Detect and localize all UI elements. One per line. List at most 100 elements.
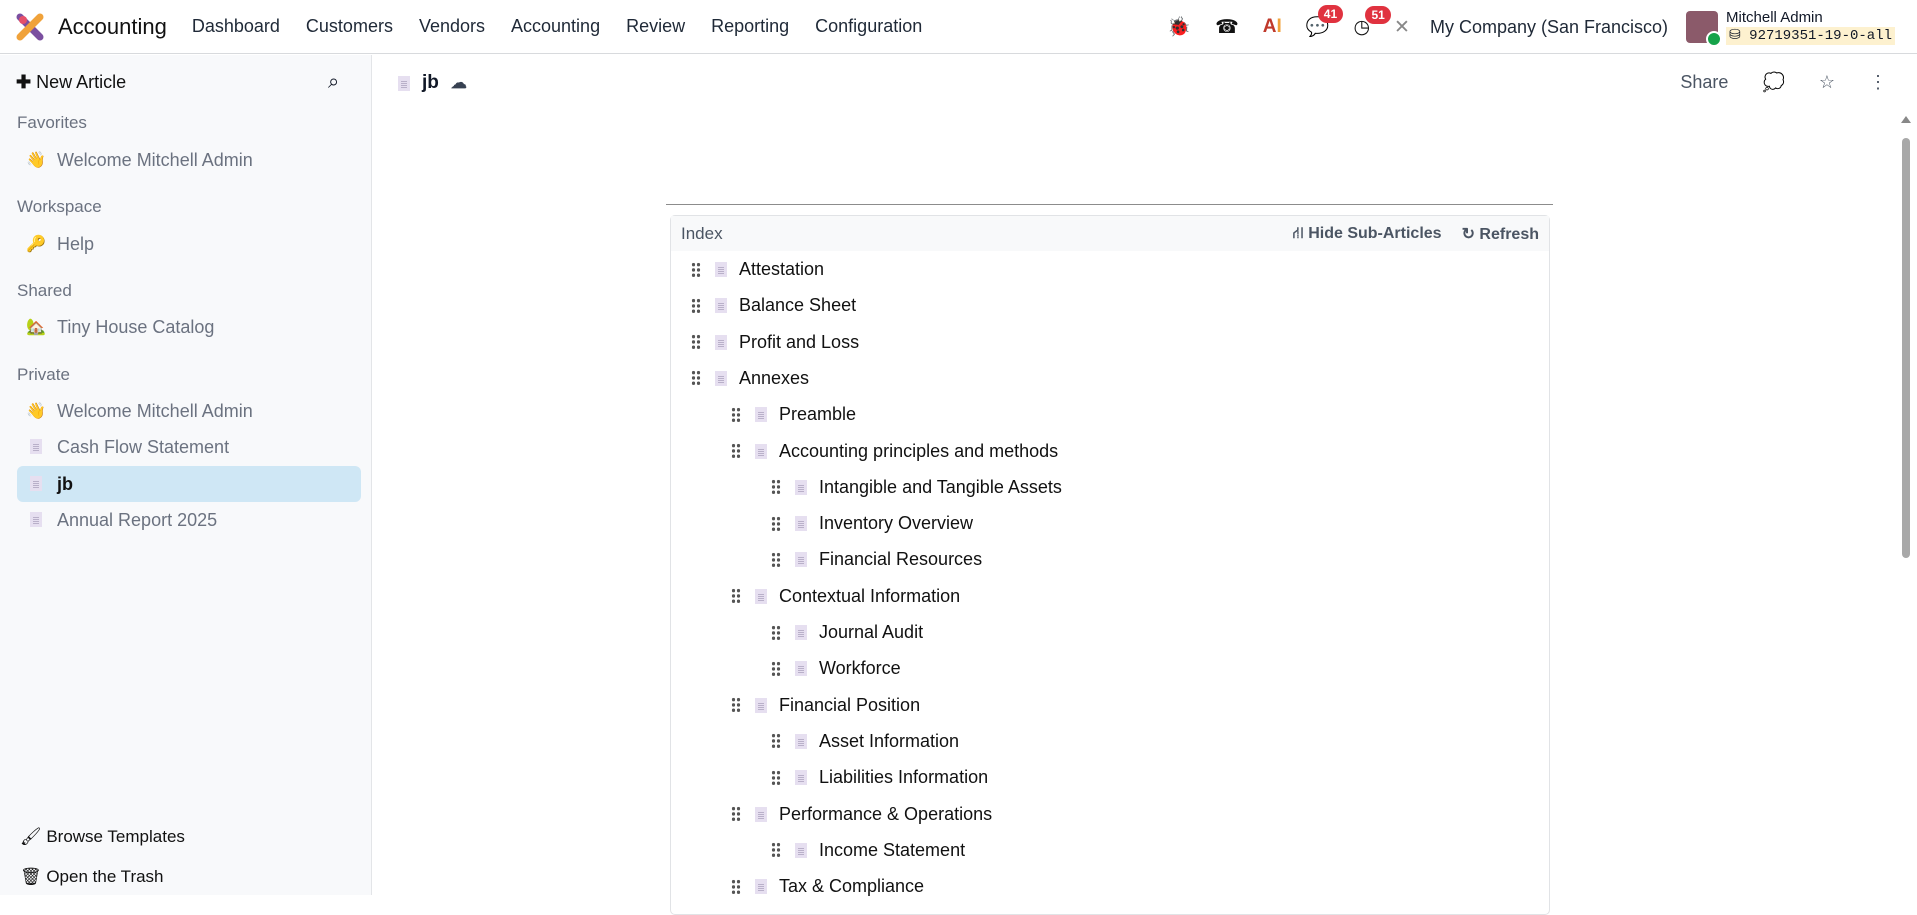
index-item[interactable]: Workforce — [771, 658, 901, 679]
user-menu[interactable]: Mitchell Admin ⛁ 92719351-19-0-all — [1726, 9, 1895, 45]
index-item[interactable]: Journal Audit — [771, 622, 923, 643]
index-item[interactable]: Inventory Overview — [771, 513, 973, 534]
sidebar-item-help[interactable]: 🔑 Help — [17, 226, 361, 262]
sidebar-item-cash-flow-statement[interactable]: Cash Flow Statement — [17, 429, 361, 465]
settings-tools-icon[interactable]: ✕ — [1394, 16, 1410, 39]
index-item-label: Asset Information — [819, 730, 960, 751]
drag-handle-icon[interactable] — [731, 697, 741, 714]
index-item[interactable]: Asset Information — [771, 731, 959, 752]
comments-icon[interactable]: 💭 — [1762, 72, 1784, 93]
drag-handle-icon[interactable] — [731, 588, 741, 605]
hierarchy-icon: ⛙ — [1292, 224, 1304, 242]
refresh-button[interactable]: ↻ Refresh — [1462, 224, 1539, 244]
ai-icon[interactable]: AI — [1263, 16, 1282, 38]
sidebar: ✚ New Article ⌕ Favorites 👋 Welcome Mitch… — [0, 55, 372, 895]
index-item[interactable]: Profit and Loss — [691, 332, 859, 353]
hide-sub-articles-button[interactable]: ⛙ Hide Sub-Articles — [1293, 224, 1442, 244]
avatar[interactable] — [1686, 11, 1723, 47]
sidebar-item-welcome-favorite[interactable]: 👋 Welcome Mitchell Admin — [17, 142, 361, 178]
app-name[interactable]: Accounting — [58, 14, 167, 40]
new-article-button[interactable]: ✚ New Article — [16, 72, 126, 93]
index-item[interactable]: Performance & Operations — [731, 804, 992, 825]
index-item-label: Income Statement — [819, 839, 966, 860]
index-item-label: Contextual Information — [779, 585, 961, 606]
index-item-label: Profit and Loss — [739, 331, 860, 352]
index-title: Index — [681, 223, 723, 243]
index-item[interactable]: Income Statement — [771, 840, 965, 861]
search-icon[interactable]: ⌕ — [328, 71, 339, 94]
index-item[interactable]: Financial Position — [731, 695, 920, 716]
scrollbar[interactable] — [1900, 110, 1912, 895]
app-logo-icon[interactable] — [16, 13, 44, 41]
messages-icon[interactable]: 💬 41 — [1306, 5, 1344, 39]
share-button[interactable]: Share — [1680, 72, 1728, 93]
drag-handle-icon[interactable] — [771, 624, 781, 641]
menu-vendors[interactable]: Vendors — [406, 16, 498, 37]
index-item[interactable]: Financial Resources — [771, 549, 982, 570]
document-icon — [755, 588, 767, 604]
index-item[interactable]: Liabilities Information — [771, 767, 988, 788]
index-item[interactable]: Intangible and Tangible Assets — [771, 477, 1062, 498]
menu-reporting[interactable]: Reporting — [698, 16, 802, 37]
drag-handle-icon[interactable] — [771, 479, 781, 496]
trash-icon: 🗑 — [20, 867, 42, 886]
menu-dashboard[interactable]: Dashboard — [179, 16, 293, 37]
index-item[interactable]: Preamble — [731, 404, 856, 425]
database-label: 92719351-19-0-all — [1749, 28, 1892, 44]
sidebar-item-annual-report-2025[interactable]: Annual Report 2025 — [17, 502, 361, 538]
menu-configuration[interactable]: Configuration — [802, 16, 935, 37]
index-item[interactable]: Tax & Compliance — [731, 876, 924, 897]
favorite-star-icon[interactable]: ☆ — [1819, 72, 1835, 93]
scroll-up-arrow-icon[interactable] — [1901, 116, 1911, 123]
more-options-icon[interactable]: ⋮ — [1869, 72, 1887, 93]
scrollbar-thumb[interactable] — [1902, 138, 1910, 558]
sidebar-item-welcome-private[interactable]: 👋 Welcome Mitchell Admin — [17, 393, 361, 429]
drag-handle-icon[interactable] — [771, 660, 781, 677]
index-item[interactable]: Contextual Information — [731, 586, 960, 607]
menu-customers[interactable]: Customers — [293, 16, 406, 37]
phone-icon[interactable]: ☎ — [1215, 16, 1239, 39]
sidebar-item-tiny-house-catalog[interactable]: 🏡 Tiny House Catalog — [17, 309, 361, 345]
index-item-label: Attestation — [739, 259, 825, 279]
drag-handle-icon[interactable] — [691, 370, 701, 387]
index-item[interactable]: Attestation — [691, 259, 824, 280]
activities-clock-icon[interactable]: ◷ 51 — [1353, 5, 1391, 39]
drag-handle-icon[interactable] — [731, 443, 741, 459]
database-name: ⛁ 92719351-19-0-all — [1726, 27, 1895, 45]
drag-handle-icon[interactable] — [691, 297, 701, 314]
drag-handle-icon[interactable] — [771, 551, 781, 568]
key-icon: 🔑 — [26, 236, 46, 253]
browse-templates-button[interactable]: 🖌 Browse Templates — [20, 827, 185, 847]
sidebar-item-jb[interactable]: jb — [17, 466, 361, 502]
activities-badge: 51 — [1365, 5, 1391, 24]
company-switcher[interactable]: My Company (San Francisco) — [1430, 17, 1668, 38]
horizontal-rule — [666, 204, 1553, 205]
cloud-saved-icon: ☁ — [450, 75, 467, 92]
drag-handle-icon[interactable] — [771, 515, 781, 532]
drag-handle-icon[interactable] — [731, 806, 741, 822]
menu-accounting[interactable]: Accounting — [498, 16, 613, 37]
drag-handle-icon[interactable] — [771, 769, 781, 786]
plus-icon: ✚ — [16, 72, 32, 92]
index-item[interactable]: Balance Sheet — [691, 295, 856, 316]
debug-bug-icon[interactable]: 🐞 — [1167, 15, 1191, 39]
drag-handle-icon[interactable] — [731, 406, 741, 423]
drag-handle-icon[interactable] — [771, 733, 781, 750]
sidebar-item-label: jb — [57, 473, 73, 494]
drag-handle-icon[interactable] — [691, 334, 701, 351]
hide-sub-articles-label: Hide Sub-Articles — [1308, 224, 1442, 242]
index-item[interactable]: Annexes — [691, 368, 809, 389]
document-icon — [795, 516, 807, 532]
article-title[interactable]: jb — [422, 72, 439, 94]
menu-review[interactable]: Review — [613, 16, 698, 37]
section-favorites: Favorites — [17, 113, 87, 132]
index-item-label: Accounting principles and methods — [779, 440, 1059, 461]
wave-icon: 👋 — [26, 403, 46, 420]
messages-badge: 41 — [1317, 5, 1344, 23]
brush-icon: 🖌 — [20, 827, 42, 846]
drag-handle-icon[interactable] — [731, 878, 741, 895]
drag-handle-icon[interactable] — [771, 842, 781, 859]
index-item[interactable]: Accounting principles and methods — [731, 441, 1058, 462]
open-trash-button[interactable]: 🗑 Open the Trash — [20, 867, 164, 887]
drag-handle-icon[interactable] — [691, 261, 701, 278]
